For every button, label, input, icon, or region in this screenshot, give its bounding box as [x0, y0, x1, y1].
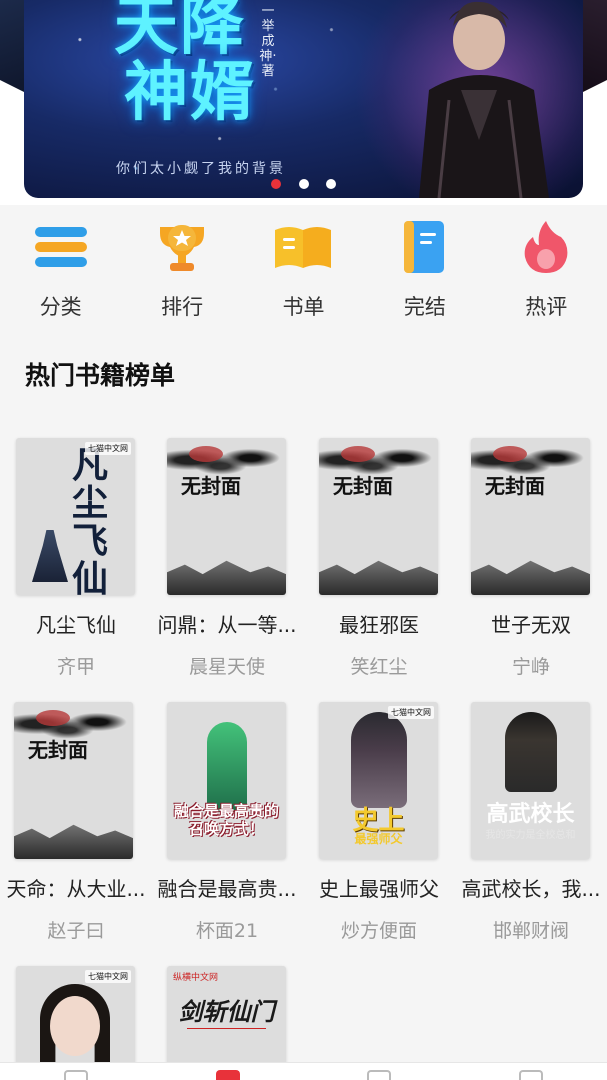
closed-book-icon [395, 217, 455, 277]
book-title: 凡尘飞仙 [36, 613, 116, 637]
book-author: 宁峥 [511, 656, 550, 678]
cover-mountains [14, 824, 133, 859]
cover-placeholder-text: 无封面 [181, 474, 241, 498]
book-author: 炒方便面 [340, 920, 417, 942]
banner-author: 一举成神·著 [259, 4, 277, 79]
book-cover: 无封面 [14, 702, 133, 859]
book-title: 高武校长，我... [461, 877, 601, 901]
cover-seal [341, 446, 375, 462]
publisher-badge: 七猫中文网 [85, 442, 131, 455]
book-author: 杯面21 [195, 920, 259, 942]
cover-mountains [319, 560, 438, 595]
book-author: 笑红尘 [350, 656, 408, 678]
banner-area: 天降 神婿 一举成神·著 你们太小觑了我的背景 [0, 0, 607, 205]
publisher-badge: 七猫中文网 [388, 706, 434, 719]
book-title: 最狂邪医 [339, 613, 419, 637]
carousel-dot-2[interactable] [298, 179, 309, 189]
book-title: 史上最强师父 [319, 877, 439, 901]
bookstore-icon [215, 1070, 240, 1080]
shortcut-label: 完结 [403, 295, 446, 319]
carousel-indicators [24, 174, 583, 193]
cover-figure [351, 712, 407, 808]
book-author: 邯郸财阀 [492, 920, 569, 942]
book-author: 赵子曰 [47, 920, 105, 942]
cover-subtitle-art: 我的实力是全校总和 [485, 830, 576, 841]
book-cover: 史上 最强师父 七猫中文网 [319, 702, 438, 859]
book-author: 晨星天使 [188, 656, 265, 678]
banner-carousel[interactable]: 天降 神婿 一举成神·著 你们太小觑了我的背景 [24, 0, 583, 198]
shortcut-label: 分类 [39, 295, 82, 319]
cover-mountains [167, 560, 286, 595]
book-author: 齐甲 [56, 656, 95, 678]
book-cover: 凡尘飞仙 七猫中文网 [16, 438, 135, 595]
flame-icon [516, 217, 576, 277]
banner-title: 天降 神婿 [114, 0, 256, 126]
book-title: 世子无双 [491, 613, 571, 637]
carousel-dot-3[interactable] [325, 179, 336, 189]
book-cover: 无封面 [471, 438, 590, 595]
shortcut-category[interactable]: 分类 [11, 205, 111, 330]
shortcut-booklist[interactable]: 书单 [253, 205, 353, 330]
cover-title-art: 高武校长 [486, 802, 575, 827]
section-title: 热门书籍榜单 [25, 361, 176, 390]
cover-face [50, 996, 100, 1056]
cover-seal [493, 446, 527, 462]
shortcut-hot-reviews[interactable]: 热评 [496, 205, 596, 330]
cover-title-art: 凡尘飞仙 [71, 444, 108, 595]
category-shortcuts: 分类 排行 书单 完结 热评 [0, 205, 607, 330]
tab-bookstore[interactable] [178, 1063, 278, 1080]
book-title: 融合是最高贵... [157, 877, 297, 901]
profile-icon [519, 1070, 544, 1080]
category-icon [367, 1070, 392, 1080]
book-title: 天命：从大业... [6, 877, 146, 901]
book-title: 问鼎：从一等... [157, 613, 297, 637]
cover-placeholder-text: 无封面 [28, 738, 88, 762]
tab-home[interactable] [26, 1063, 126, 1080]
tab-profile[interactable] [481, 1063, 581, 1080]
cover-figure [207, 722, 247, 812]
publisher-badge: 纵横中文网 [173, 973, 219, 983]
cover-figure [505, 712, 557, 792]
shortcut-ranking[interactable]: 排行 [132, 205, 232, 330]
category-stack-icon [31, 217, 91, 277]
cover-mountains [471, 560, 590, 595]
carousel-dot-1[interactable] [271, 179, 282, 189]
book-cover: 无封面 [167, 438, 286, 595]
bottom-tab-bar [0, 1062, 607, 1080]
cover-seal [36, 710, 70, 726]
shortcut-label: 排行 [161, 295, 204, 319]
banner-title-line2: 神婿 [124, 55, 256, 130]
home-icon [63, 1070, 88, 1080]
cover-seal [189, 446, 223, 462]
cover-figure [32, 530, 68, 582]
book-cover: 高武校长 我的实力是全校总和 [471, 702, 590, 859]
shortcut-completed[interactable]: 完结 [375, 205, 475, 330]
cover-placeholder-text: 无封面 [333, 474, 393, 498]
book-cover: 无封面 [319, 438, 438, 595]
shortcut-label: 热评 [525, 295, 568, 319]
cover-title-art: 剑斩仙门 [178, 997, 275, 1026]
banner-hero-illustration [419, 1, 549, 198]
cover-title-art: 融合是最高贵的召唤方式！ [173, 802, 279, 838]
shortcut-label: 书单 [282, 295, 325, 319]
cover-subtitle-art: 最强师父 [354, 832, 403, 846]
book-cover: 融合是最高贵的召唤方式！ [167, 702, 286, 859]
trophy-icon [152, 217, 212, 277]
tab-category[interactable] [329, 1063, 429, 1080]
cover-underline [187, 1028, 266, 1029]
publisher-badge: 七猫中文网 [85, 970, 131, 983]
open-book-icon [273, 217, 333, 277]
cover-placeholder-text: 无封面 [485, 474, 545, 498]
